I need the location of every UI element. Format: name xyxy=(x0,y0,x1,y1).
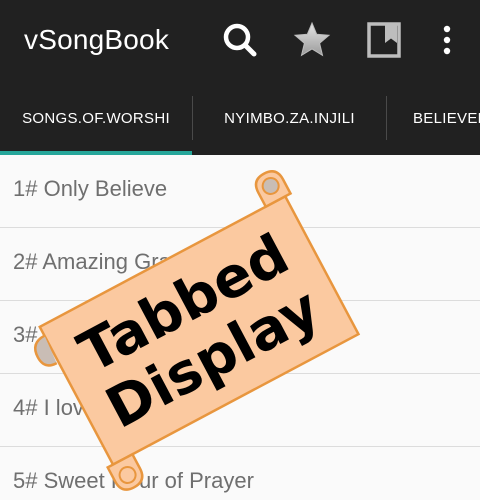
list-item[interactable]: 5# Sweet Hour of Prayer xyxy=(0,447,480,500)
song-title: 1# Only Believe xyxy=(13,176,168,201)
tab-label: SONGS.OF.WORSHI xyxy=(22,110,170,127)
favorites-button[interactable] xyxy=(290,18,334,62)
list-item[interactable]: 1# Only Believe xyxy=(0,155,480,228)
tab-believer[interactable]: BELIEVER xyxy=(413,86,480,152)
tab-songs-of-worship[interactable]: SONGS.OF.WORSHI xyxy=(0,86,192,152)
list-item[interactable]: 3# It is Well xyxy=(0,301,480,374)
search-icon xyxy=(220,20,260,60)
star-icon xyxy=(292,20,332,60)
tab-nyimbo-za-injili[interactable]: NYIMBO.ZA.INJILI xyxy=(193,86,386,152)
song-title: 5# Sweet Hour of Prayer xyxy=(13,468,254,493)
tab-label: NYIMBO.ZA.INJILI xyxy=(224,110,355,127)
tab-divider xyxy=(386,96,387,140)
song-list: 1# Only Believe 2# Amazing Grace 3# It i… xyxy=(0,155,480,500)
bookmark-icon xyxy=(364,20,404,60)
list-item[interactable]: 4# I love You Lord xyxy=(0,374,480,447)
search-button[interactable] xyxy=(218,18,262,62)
app-bar: vSongBook SONGS.OF.WORSHI NYIMBO.ZA.INJI… xyxy=(0,0,480,155)
overflow-menu-button[interactable] xyxy=(425,18,469,62)
song-title: 4# I love You Lord xyxy=(13,395,190,420)
bookmarks-button[interactable] xyxy=(362,18,406,62)
tab-bar: SONGS.OF.WORSHI NYIMBO.ZA.INJILI BELIEVE… xyxy=(0,86,480,155)
more-vert-icon xyxy=(427,20,467,60)
song-title: 2# Amazing Grace xyxy=(13,249,194,274)
app-title: vSongBook xyxy=(24,24,170,55)
list-item[interactable]: 2# Amazing Grace xyxy=(0,228,480,301)
song-title: 3# It is Well xyxy=(13,322,127,347)
tab-label: BELIEVER xyxy=(413,110,480,127)
